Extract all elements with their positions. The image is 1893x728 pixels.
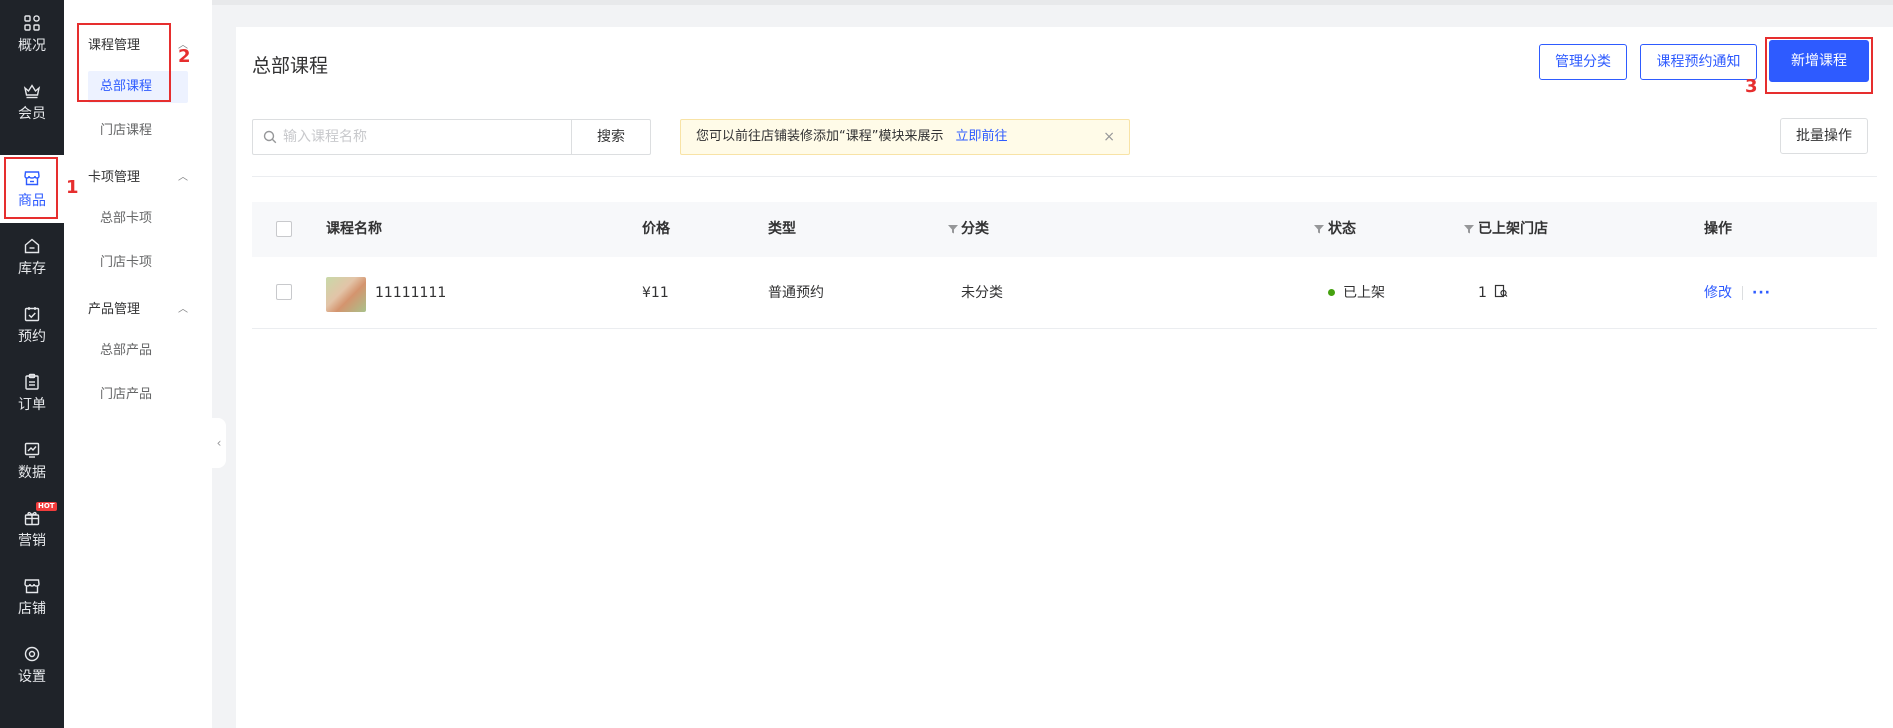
secondary-nav: 课程管理 总部课程 门店课程 卡项管理 总部卡项 门店卡项 产品管理 总部产品 … xyxy=(64,0,212,728)
search-input[interactable] xyxy=(283,128,563,146)
cell-type: 普通预约 xyxy=(768,285,824,301)
col-actions: 操作 xyxy=(1704,221,1732,237)
chevron-up-icon[interactable]: ︿ xyxy=(178,300,188,315)
chevron-up-icon[interactable]: ︿ xyxy=(178,168,188,183)
close-icon[interactable]: × xyxy=(1103,120,1115,154)
rail-item-label: 营销 xyxy=(18,532,46,549)
rail-item-store[interactable]: 店铺 xyxy=(0,563,64,631)
rail-item-label: 会员 xyxy=(18,105,46,122)
page-title: 总部课程 xyxy=(252,55,329,77)
col-course-name: 课程名称 xyxy=(326,221,382,237)
rail-item-label: 库存 xyxy=(18,260,46,277)
crown-icon xyxy=(23,82,41,100)
top-strip xyxy=(212,0,1893,5)
action-divider xyxy=(1742,286,1743,300)
notice-text: 您可以前往店铺装修添加“课程”模块来展示 xyxy=(696,129,944,144)
grid-icon xyxy=(23,14,41,32)
col-category: 分类 xyxy=(961,221,989,237)
annotation-number-1: 1 xyxy=(66,177,79,198)
annotation-number-3: 3 xyxy=(1745,76,1758,97)
search-icon xyxy=(263,130,277,144)
go-now-link[interactable]: 立即前往 xyxy=(955,129,1007,144)
rail-item-booking[interactable]: 预约 xyxy=(0,291,64,359)
rail-item-label: 数据 xyxy=(18,464,46,481)
manage-category-button[interactable]: 管理分类 xyxy=(1539,44,1627,80)
rail-item-overview[interactable]: 概况 xyxy=(0,0,64,68)
annotation-number-2: 2 xyxy=(178,46,191,67)
rail-item-label: 预约 xyxy=(18,328,46,345)
annotation-box-2 xyxy=(77,23,171,102)
rail-item-marketing[interactable]: HOT 营销 xyxy=(0,495,64,563)
chart-icon xyxy=(23,441,41,459)
clipboard-icon xyxy=(23,373,41,391)
filter-icon[interactable] xyxy=(948,224,958,234)
booking-notice-button[interactable]: 课程预约通知 xyxy=(1640,44,1757,80)
nav-item-store-course[interactable]: 门店课程 xyxy=(88,115,188,147)
table-header: 课程名称 价格 类型 分类 状态 已上架门店 操作 xyxy=(252,202,1877,257)
rail-item-label: 设置 xyxy=(18,668,46,685)
filter-icon[interactable] xyxy=(1314,224,1324,234)
edit-link[interactable]: 修改 xyxy=(1704,257,1732,329)
nav-group-card[interactable]: 卡项管理 xyxy=(88,166,140,185)
store-count: 1 xyxy=(1478,285,1487,301)
cell-category: 未分类 xyxy=(961,285,1003,301)
table-row: 11111111 ¥11 普通预约 未分类 已上架 1 修改 ··· xyxy=(252,257,1877,329)
search-box xyxy=(252,119,572,155)
gear-icon xyxy=(23,645,41,663)
rail-item-label: 订单 xyxy=(18,396,46,413)
col-status: 状态 xyxy=(1328,221,1356,237)
home-icon xyxy=(23,237,41,255)
status-text: 已上架 xyxy=(1343,285,1385,301)
calendar-check-icon xyxy=(23,305,41,323)
rail-item-member[interactable]: 会员 xyxy=(0,68,64,136)
row-checkbox[interactable] xyxy=(276,284,292,300)
rail-item-inventory[interactable]: 库存 xyxy=(0,223,64,291)
col-stores: 已上架门店 xyxy=(1478,221,1548,237)
rail-item-label: 店铺 xyxy=(18,600,46,617)
filter-icon[interactable] xyxy=(1464,224,1474,234)
collapse-sidebar-button[interactable]: ‹ xyxy=(212,418,226,468)
divider xyxy=(252,176,1877,177)
rail-item-settings[interactable]: 设置 xyxy=(0,631,64,699)
hot-badge: HOT xyxy=(36,502,57,511)
cell-price: ¥11 xyxy=(642,285,669,301)
main-rail: 概况 会员 商品 库存 预约 订单 数据 HOT 营销 店铺 设置 xyxy=(0,0,64,728)
cell-status: 已上架 xyxy=(1328,257,1385,329)
notice-bar: 您可以前往店铺装修添加“课程”模块来展示 立即前往 × xyxy=(680,119,1130,155)
batch-operation-button[interactable]: 批量操作 xyxy=(1780,118,1868,154)
rail-item-label: 概况 xyxy=(18,37,46,54)
annotation-box-3 xyxy=(1765,37,1873,94)
nav-item-hq-card[interactable]: 总部卡项 xyxy=(88,203,188,235)
status-dot xyxy=(1328,288,1335,296)
col-price: 价格 xyxy=(642,221,670,237)
search-button[interactable]: 搜索 xyxy=(571,119,651,155)
chevron-left-icon: ‹ xyxy=(216,436,222,450)
col-type: 类型 xyxy=(768,221,796,237)
course-thumbnail xyxy=(326,277,366,312)
nav-group-product[interactable]: 产品管理 xyxy=(88,298,140,317)
rail-item-orders[interactable]: 订单 xyxy=(0,359,64,427)
more-actions-icon[interactable]: ··· xyxy=(1752,257,1771,329)
annotation-box-1 xyxy=(4,157,58,219)
cell-stores[interactable]: 1 xyxy=(1478,257,1508,329)
nav-item-store-card[interactable]: 门店卡项 xyxy=(88,247,188,279)
main-content: 总部课程 管理分类 课程预约通知 新增课程 搜索 您可以前往店铺装修添加“课程”… xyxy=(236,27,1893,728)
store-detail-icon[interactable] xyxy=(1494,284,1508,298)
rail-item-data[interactable]: 数据 xyxy=(0,427,64,495)
nav-item-store-product[interactable]: 门店产品 xyxy=(88,379,188,411)
store-icon xyxy=(23,577,41,595)
nav-item-hq-product[interactable]: 总部产品 xyxy=(88,335,188,367)
gift-icon xyxy=(23,509,41,527)
cell-course-name: 11111111 xyxy=(375,285,447,301)
select-all-checkbox[interactable] xyxy=(276,221,292,237)
